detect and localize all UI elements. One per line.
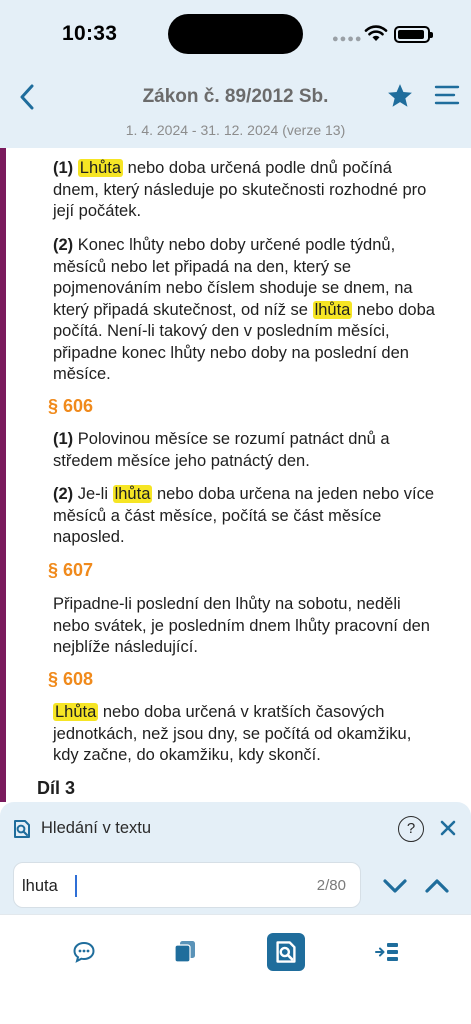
search-highlight: Lhůta (53, 703, 99, 721)
chevron-up-icon (425, 879, 449, 893)
tab-comments[interactable] (65, 933, 103, 971)
match-counter: 2/80 (316, 877, 346, 894)
section-heading-606: § 606 (48, 396, 94, 416)
search-input[interactable] (22, 873, 262, 899)
search-field[interactable]: 2/80 (13, 862, 361, 908)
status-time: 10:33 (62, 22, 118, 45)
section-marker-bar (0, 148, 6, 802)
search-highlight: Lhůta (77, 159, 124, 177)
tab-search-in-text[interactable] (267, 933, 305, 971)
search-panel: Hledání v textu ? 2/80 (0, 802, 471, 914)
app-header: Zákon č. 89/2012 Sb. 1. 4. 2024 - 31. 12… (0, 70, 471, 148)
layers-icon (174, 941, 195, 963)
document-search-icon (14, 820, 30, 838)
favorite-button[interactable] (386, 82, 416, 112)
chevron-down-icon (383, 879, 407, 893)
previous-match-button[interactable] (422, 874, 452, 898)
indent-list-icon (375, 943, 398, 961)
text-caret (75, 875, 77, 897)
dynamic-island (168, 14, 303, 54)
battery-icon (394, 26, 433, 43)
version-info: 1. 4. 2024 - 31. 12. 2024 (verze 13) (125, 122, 346, 138)
menu-button[interactable] (434, 84, 462, 110)
bottom-tab-bar (0, 914, 471, 1024)
paragraph-608: Lhůta nebo doba určená v kratších časový… (53, 703, 412, 764)
section-heading-608: § 608 (48, 669, 94, 689)
comment-icon (73, 941, 95, 963)
next-match-button[interactable] (380, 874, 410, 898)
paragraph-606-2: (2) Je-li lhůta nebo doba určena na jede… (53, 485, 435, 546)
close-icon (440, 820, 456, 836)
part-heading: Díl 3 (37, 778, 76, 798)
signal-dots-icon: ●●●● (332, 33, 363, 45)
help-button[interactable]: ? (398, 816, 424, 842)
paragraph-607: Připadne-li poslední den lhůty na sobotu… (53, 595, 430, 656)
paragraph-605-2: (2) Konec lhůty nebo doby určené podle t… (53, 236, 435, 383)
search-title: Hledání v textu (41, 819, 152, 837)
wifi-icon (364, 25, 388, 41)
tab-outline[interactable] (368, 933, 406, 971)
paragraph-606-1: (1) Polovinou měsíce se rozumí patnáct d… (53, 430, 390, 470)
tab-layers[interactable] (166, 933, 204, 971)
document-search-icon (276, 941, 296, 963)
section-heading-607: § 607 (48, 560, 94, 580)
status-bar: 10:33 ●●●● (0, 0, 471, 70)
close-search-button[interactable] (438, 818, 458, 838)
search-highlight: lhůta (112, 485, 153, 503)
search-highlight: lhůta (312, 300, 353, 319)
star-icon (388, 84, 412, 107)
paragraph-605-1: (1) Lhůta nebo doba určená podle dnů poč… (53, 159, 427, 220)
document-content[interactable]: (1) Lhůta nebo doba určená podle dnů poč… (0, 148, 471, 802)
menu-icon (434, 85, 460, 105)
